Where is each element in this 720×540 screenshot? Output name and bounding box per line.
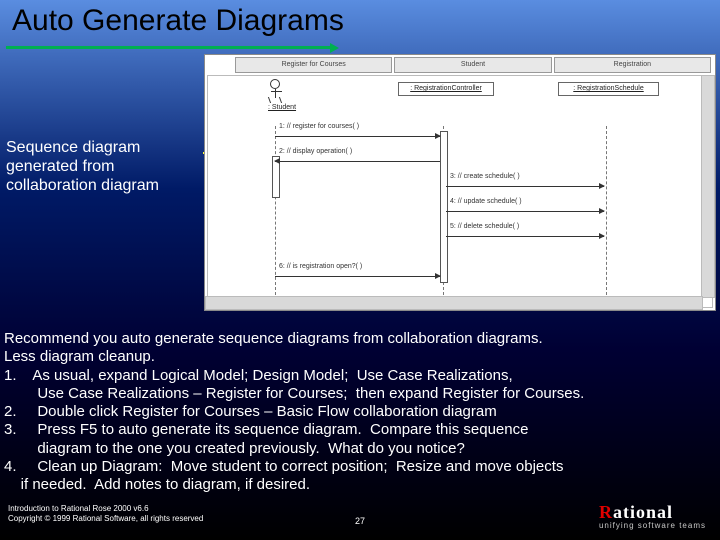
logo-subtitle: unifying software teams [599,522,706,530]
msg-3: 3: // create schedule( ) [446,181,604,191]
msg-6: 6: // is registration open?( ) [275,271,440,281]
tab-register[interactable]: Register for Courses [235,57,392,73]
object-registration-schedule: : RegistrationSchedule [558,82,659,96]
sequence-diagram-screenshot: Register for Courses Student Registratio… [205,55,715,310]
footer: Introduction to Rational Rose 2000 v6.6 … [8,504,712,534]
tab-student[interactable]: Student [394,57,551,73]
msg-2: 2: // display operation( ) [275,156,440,166]
msg-1: 1: // register for courses( ) [275,131,440,141]
actor-student-icon: : Student [268,79,282,111]
object-registration-controller: : RegistrationController [398,82,494,96]
rational-logo: Rational unifying software teams [599,503,706,530]
diagram-canvas: : Student : RegistrationController : Reg… [207,75,713,308]
logo-letter-r: R [599,502,613,522]
slide: Auto Generate Diagrams Sequence diagram … [0,0,720,540]
page-number: 27 [355,516,365,526]
scrollbar-horizontal[interactable] [205,296,703,310]
logo-rest: ational [613,502,673,522]
diagram-caption: Sequence diagram generated from collabor… [6,138,196,196]
body-text: Recommend you auto generate sequence dia… [4,330,712,495]
tab-registration[interactable]: Registration [554,57,711,73]
lifeline-actor [275,126,276,295]
msg-5: 5: // delete schedule( ) [446,231,604,241]
page-title: Auto Generate Diagrams [12,4,344,38]
title-underline-arrow [6,46,331,49]
actor-label: : Student [268,104,282,111]
lifeline-schedule [606,126,607,295]
msg-4: 4: // update schedule( ) [446,206,604,216]
tool-tabs: Register for Courses Student Registratio… [235,57,711,73]
scrollbar-vertical[interactable] [701,75,715,298]
